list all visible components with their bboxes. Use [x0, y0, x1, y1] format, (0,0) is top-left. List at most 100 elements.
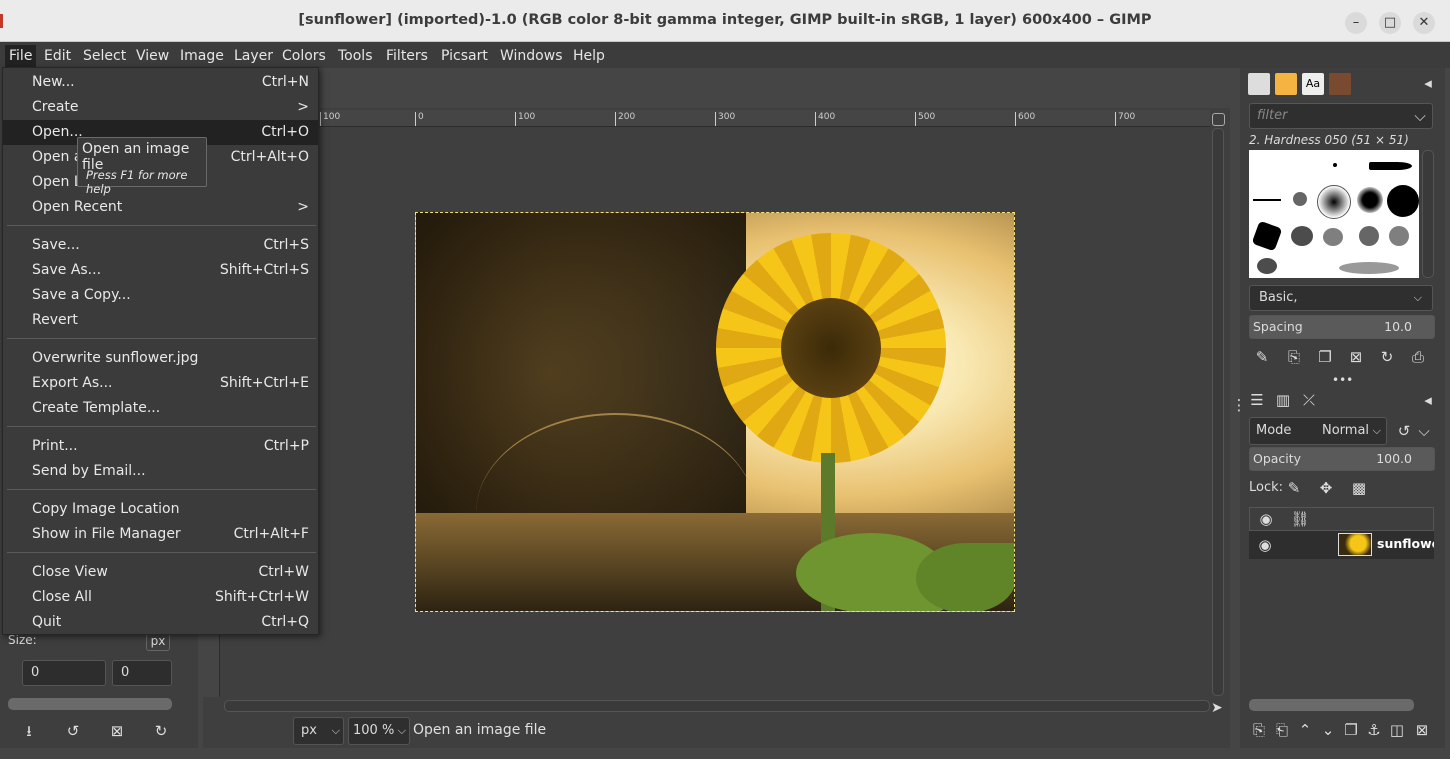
- menu-item-send-by-email[interactable]: Send by Email...: [3, 459, 318, 484]
- menu-select[interactable]: Select: [79, 45, 130, 67]
- navigate-icon[interactable]: ➤: [1211, 700, 1223, 716]
- restore-icon[interactable]: ↺: [62, 720, 84, 742]
- menu-item-save-as[interactable]: Save As... Shift+Ctrl+S: [3, 258, 318, 283]
- duplicate-brush-icon[interactable]: ❐: [1315, 347, 1335, 367]
- images-tab-icon[interactable]: [1329, 73, 1351, 95]
- zoom-toggle-icon[interactable]: [1212, 113, 1225, 126]
- paths-tab-icon[interactable]: ⤫: [1299, 390, 1319, 410]
- dock-drag-handle[interactable]: ⋮: [1229, 395, 1249, 415]
- brushes-tab-icon[interactable]: [1248, 73, 1270, 95]
- menu-image[interactable]: Image: [176, 45, 228, 67]
- menu-item-copy-image-location[interactable]: Copy Image Location: [3, 497, 318, 522]
- menu-item-save[interactable]: Save... Ctrl+S: [3, 233, 318, 258]
- menu-item-open-recent[interactable]: Open Recent >: [3, 195, 318, 220]
- mask-layer-icon[interactable]: ◫: [1387, 720, 1407, 740]
- brush-swatch[interactable]: [1333, 163, 1337, 167]
- brush-swatch[interactable]: [1359, 226, 1379, 246]
- brush-grid-scrollbar[interactable]: [1422, 150, 1434, 278]
- menu-item-quit[interactable]: Quit Ctrl+Q: [3, 610, 318, 635]
- refresh-brushes-icon[interactable]: ↻: [1377, 347, 1397, 367]
- brush-swatch[interactable]: [1251, 220, 1283, 252]
- menu-file[interactable]: File: [5, 45, 37, 67]
- status-unit-select[interactable]: px ⌵: [293, 717, 344, 745]
- anchor-layer-icon[interactable]: ⚓: [1364, 720, 1384, 740]
- raise-layer-icon[interactable]: ⌃: [1295, 720, 1315, 740]
- layer-thumbnail[interactable]: [1338, 533, 1372, 556]
- opacity-slider[interactable]: Opacity 100.0: [1249, 447, 1435, 471]
- minimize-button[interactable]: –: [1345, 12, 1367, 34]
- open-brush-folder-icon[interactable]: ⎙: [1408, 347, 1428, 367]
- size-height-field[interactable]: 0: [112, 660, 172, 686]
- edit-brush-icon[interactable]: ✎: [1252, 347, 1272, 367]
- lower-layer-icon[interactable]: ⌄: [1318, 720, 1338, 740]
- new-layer-icon[interactable]: ⎘: [1249, 720, 1269, 740]
- brush-swatch-selected[interactable]: [1317, 185, 1351, 219]
- toolbox-scrollbar[interactable]: [8, 698, 172, 710]
- status-zoom-select[interactable]: 100 % ⌵: [348, 717, 410, 745]
- menu-item-export-as[interactable]: Export As... Shift+Ctrl+E: [3, 371, 318, 396]
- patterns-tab-icon[interactable]: [1275, 73, 1297, 95]
- layers-tab-icon[interactable]: ☰: [1247, 390, 1267, 410]
- brush-swatch[interactable]: [1291, 226, 1313, 246]
- menu-filters[interactable]: Filters: [382, 45, 432, 67]
- save-preset-icon[interactable]: ⭳: [18, 720, 40, 742]
- chevron-down-icon[interactable]: ⌵: [1410, 106, 1430, 126]
- menu-item-close-view[interactable]: Close View Ctrl+W: [3, 560, 318, 585]
- menu-view[interactable]: View: [132, 45, 173, 67]
- delete-icon[interactable]: ⊠: [106, 720, 128, 742]
- brush-filter-input[interactable]: filter: [1249, 103, 1433, 129]
- brush-swatch[interactable]: [1293, 192, 1307, 206]
- mode-reset-icon[interactable]: ↺: [1394, 421, 1414, 441]
- lock-alpha-icon[interactable]: ▩: [1349, 478, 1369, 498]
- size-width-field[interactable]: 0: [22, 660, 106, 686]
- layer-name[interactable]: sunflower.jpg: [1377, 536, 1434, 551]
- horizontal-scrollbar[interactable]: [224, 700, 1210, 712]
- horizontal-ruler[interactable]: 100 0 100 200 300 400 500 600 700: [222, 110, 1210, 127]
- brush-swatch[interactable]: [1389, 226, 1409, 246]
- delete-layer-icon[interactable]: ⊠: [1412, 720, 1432, 740]
- menu-item-revert[interactable]: Revert: [3, 308, 318, 333]
- new-layer-group-icon[interactable]: ⎗: [1272, 720, 1292, 740]
- close-button[interactable]: ✕: [1413, 12, 1435, 34]
- menu-edit[interactable]: Edit: [40, 45, 75, 67]
- menu-item-new[interactable]: New... Ctrl+N: [3, 70, 318, 95]
- sunflower-image[interactable]: [415, 212, 1015, 612]
- brush-swatch[interactable]: [1382, 162, 1412, 170]
- fonts-tab-icon[interactable]: Aa: [1302, 73, 1324, 95]
- menu-item-create-template[interactable]: Create Template...: [3, 396, 318, 421]
- brush-swatch[interactable]: [1323, 228, 1343, 246]
- lock-position-icon[interactable]: ✥: [1316, 478, 1336, 498]
- menu-item-show-in-file-manager[interactable]: Show in File Manager Ctrl+Alt+F: [3, 522, 318, 547]
- menu-layer[interactable]: Layer: [230, 45, 277, 67]
- brush-grid[interactable]: [1249, 150, 1419, 278]
- brush-swatch[interactable]: [1257, 258, 1277, 274]
- new-brush-icon[interactable]: ⎘: [1284, 347, 1304, 367]
- menu-item-close-all[interactable]: Close All Shift+Ctrl+W: [3, 585, 318, 610]
- brush-swatch[interactable]: [1357, 187, 1383, 213]
- configure-tab-icon[interactable]: ◂: [1418, 390, 1438, 410]
- channels-tab-icon[interactable]: ▥: [1273, 390, 1293, 410]
- reset-icon[interactable]: ↻: [150, 720, 172, 742]
- menu-item-overwrite[interactable]: Overwrite sunflower.jpg: [3, 346, 318, 371]
- menu-picsart[interactable]: Picsart: [437, 45, 492, 67]
- menu-item-save-a-copy[interactable]: Save a Copy...: [3, 283, 318, 308]
- vertical-scrollbar[interactable]: [1212, 128, 1224, 696]
- configure-tab-icon[interactable]: ◂: [1418, 73, 1438, 93]
- brush-swatch[interactable]: [1339, 262, 1399, 274]
- lock-pixels-icon[interactable]: ✎: [1284, 478, 1304, 498]
- menu-help[interactable]: Help: [569, 45, 609, 67]
- chevron-down-icon[interactable]: ⌵: [1414, 421, 1434, 441]
- brush-swatch[interactable]: [1253, 199, 1281, 201]
- menu-item-create[interactable]: Create >: [3, 95, 318, 120]
- dock-separator-handle[interactable]: •••: [1332, 370, 1353, 390]
- duplicate-layer-icon[interactable]: ❐: [1341, 720, 1361, 740]
- menu-tools[interactable]: Tools: [334, 45, 377, 67]
- layer-list-scrollbar[interactable]: [1249, 699, 1414, 711]
- menu-item-print[interactable]: Print... Ctrl+P: [3, 434, 318, 459]
- layer-mode-select[interactable]: Mode Normal ⌵: [1249, 417, 1387, 445]
- spacing-slider[interactable]: Spacing 10.0: [1249, 315, 1435, 339]
- maximize-button[interactable]: □: [1379, 12, 1401, 34]
- visibility-eye-icon[interactable]: ◉: [1255, 535, 1275, 555]
- menu-colors[interactable]: Colors: [278, 45, 330, 67]
- brush-swatch[interactable]: [1387, 185, 1419, 217]
